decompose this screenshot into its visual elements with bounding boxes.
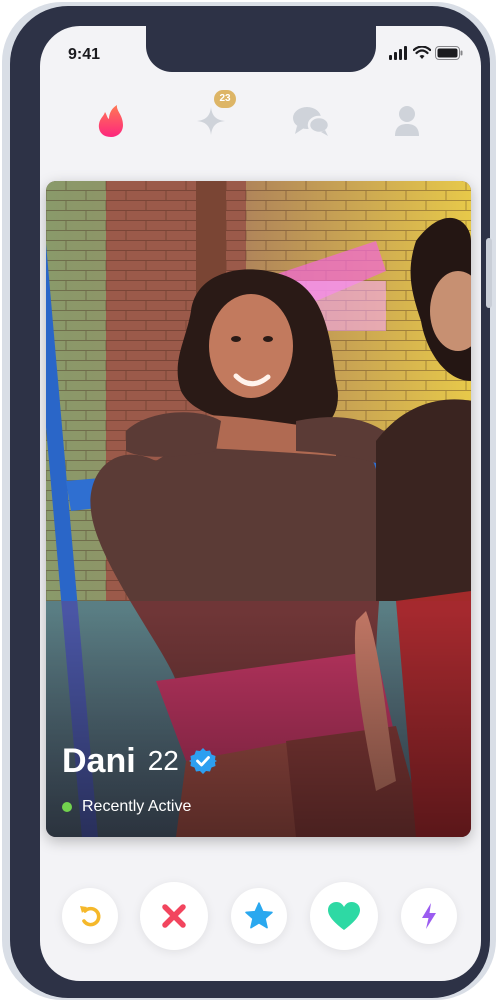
action-bar xyxy=(40,878,481,958)
nav-messages[interactable] xyxy=(286,96,336,146)
wifi-icon xyxy=(413,46,431,59)
rewind-icon xyxy=(80,906,101,927)
activity-status: Recently Active xyxy=(62,795,191,819)
status-icons xyxy=(389,46,463,64)
nav-profile[interactable] xyxy=(382,96,432,146)
verified-badge-icon xyxy=(188,748,217,774)
profile-name: Dani xyxy=(62,741,136,780)
side-button xyxy=(486,238,492,308)
top-navigation: 23 xyxy=(40,90,481,146)
profile-name-row: Dani 22 xyxy=(62,739,217,783)
profile-age: 22 xyxy=(147,745,179,776)
profile-card[interactable]: Dani 22 Recently Active xyxy=(46,181,471,837)
profile-icon xyxy=(395,106,419,136)
battery-icon xyxy=(435,46,463,60)
star-icon xyxy=(245,902,273,929)
nav-flame[interactable] xyxy=(86,96,136,146)
explore-badge: 23 xyxy=(214,90,236,108)
sparkle-icon xyxy=(197,107,225,135)
heart-icon xyxy=(328,902,360,930)
status-time: 9:41 xyxy=(68,46,101,63)
nope-button[interactable] xyxy=(140,882,208,950)
close-icon xyxy=(162,904,186,928)
boost-button[interactable] xyxy=(401,888,457,944)
notch xyxy=(146,26,376,72)
activity-status-text: Recently Active xyxy=(82,798,192,815)
active-dot xyxy=(62,802,72,812)
super-like-button[interactable] xyxy=(231,888,287,944)
flame-icon xyxy=(98,105,123,137)
bolt-icon xyxy=(422,903,436,929)
nav-explore[interactable]: 23 xyxy=(186,90,236,146)
app-screen: 9:41 23 Dani 22 Recently Active xyxy=(40,26,481,981)
rewind-button[interactable] xyxy=(62,888,118,944)
like-button[interactable] xyxy=(310,882,378,950)
signal-icon xyxy=(389,46,407,60)
chat-icon xyxy=(293,107,331,136)
phone-frame: 9:41 23 Dani 22 Recently Active xyxy=(10,6,492,998)
